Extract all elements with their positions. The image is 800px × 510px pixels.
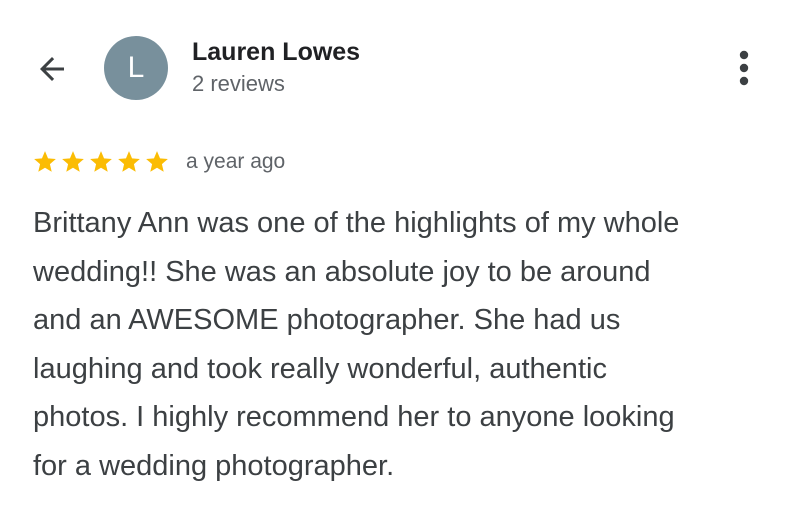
- review-text-line: wedding!! She was an absolute joy to be …: [33, 255, 651, 288]
- avatar[interactable]: L: [104, 36, 168, 100]
- review-text-line: photos. I highly recommend her to anyone…: [33, 401, 675, 433]
- review-text-line: Brittany Ann was one of the highlights o…: [33, 207, 680, 239]
- review-text: Brittany Ann was one of the highlights o…: [33, 199, 773, 490]
- back-button[interactable]: [30, 47, 74, 91]
- reviewer-name[interactable]: Lauren Lowes: [192, 36, 360, 68]
- rating-row: a year ago: [32, 147, 285, 177]
- review-text-line: for a wedding photographer.: [33, 449, 395, 482]
- star-rating: [32, 149, 170, 175]
- more-vert-icon: [739, 50, 749, 86]
- review-text-line: laughing and took really wonderful, auth…: [33, 352, 607, 385]
- star-icon: [62, 151, 84, 172]
- more-options-button[interactable]: [724, 44, 764, 92]
- star-icon: [146, 151, 168, 172]
- star-icon: [34, 151, 56, 172]
- review-page: L Lauren Lowes 2 reviews a year ago Brit…: [0, 0, 800, 510]
- review-text-line: and an AWESOME photographer. She had us: [33, 304, 621, 336]
- star-icon: [90, 151, 112, 172]
- review-time: a year ago: [186, 150, 286, 173]
- review-count: 2 reviews: [192, 71, 285, 96]
- avatar-letter: L: [127, 51, 145, 84]
- arrow-left-icon: [40, 57, 64, 81]
- star-icon: [118, 151, 140, 172]
